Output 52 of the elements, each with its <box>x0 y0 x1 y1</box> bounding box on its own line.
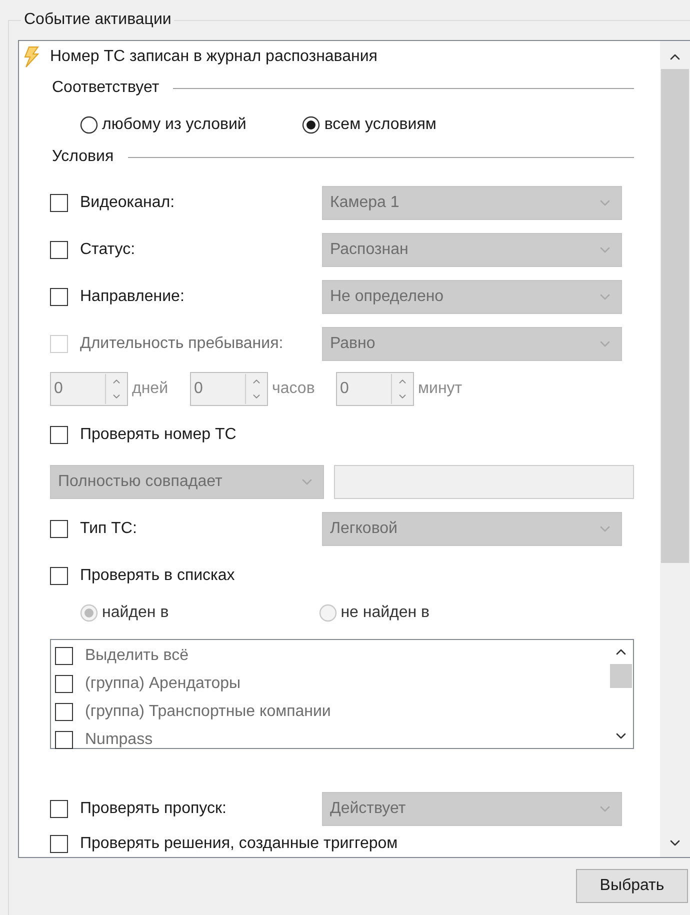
list-item[interactable]: Numpass <box>85 731 153 749</box>
checkbox[interactable] <box>55 731 73 749</box>
lightning-icon <box>22 46 40 68</box>
checkbox[interactable] <box>55 675 73 693</box>
dropdown[interactable]: Распознан <box>322 232 622 266</box>
condition-label: Тип ТС: <box>80 520 138 538</box>
condition-label: Проверять решения, созданные триггером <box>80 835 398 853</box>
checkbox[interactable] <box>50 426 68 444</box>
unit-label: минут <box>418 380 464 398</box>
list-item[interactable]: (группа) Транспортные компании <box>85 703 331 721</box>
select-button[interactable]: Выбрать <box>576 869 688 903</box>
checkbox[interactable] <box>55 647 73 665</box>
radio-label: любому из условий <box>102 116 246 134</box>
scrollbar-thumb[interactable] <box>610 664 632 688</box>
list-item[interactable]: (группа) Арендаторы <box>85 675 241 693</box>
scrollbar-thumb[interactable] <box>661 69 689 563</box>
checkbox[interactable] <box>55 703 73 721</box>
checkbox[interactable] <box>50 835 68 853</box>
number-spinner[interactable]: 0 <box>50 372 128 406</box>
checkbox[interactable] <box>50 288 68 306</box>
number-spinner[interactable]: 0 <box>336 372 414 406</box>
unit-label: дней <box>132 380 170 398</box>
checkbox[interactable] <box>50 194 68 212</box>
dropdown[interactable]: Камера 1 <box>322 186 622 220</box>
dropdown[interactable]: Легковой <box>322 512 622 546</box>
list-item[interactable]: Выделить всё <box>85 647 188 665</box>
condition-label: Видеоканал: <box>80 194 176 212</box>
dropdown[interactable]: Действует <box>322 792 622 826</box>
checkbox[interactable] <box>50 240 68 258</box>
radio-button[interactable] <box>80 116 98 134</box>
condition-label: Направление: <box>80 288 186 306</box>
condition-label: Проверять номер ТС <box>80 426 236 444</box>
event-title: Номер ТС записан в журнал распознавания <box>50 48 378 66</box>
condition-label: Длительность пребывания: <box>80 334 284 352</box>
condition-label: Статус: <box>80 240 136 258</box>
condition-label: Проверять в списках <box>80 566 235 584</box>
section-title: Условия <box>52 148 114 166</box>
dropdown[interactable]: Не определено <box>322 280 622 314</box>
radio-label: не найден в <box>340 604 430 622</box>
condition-label: Проверять пропуск: <box>80 800 228 818</box>
unit-label: часов <box>272 380 316 398</box>
number-spinner[interactable]: 0 <box>190 372 268 406</box>
section-title: Соответствует <box>52 79 160 97</box>
input-field[interactable] <box>334 464 634 498</box>
radio-button[interactable] <box>302 116 320 134</box>
checkbox[interactable] <box>50 800 68 818</box>
checkbox[interactable] <box>50 520 68 538</box>
group-title: Событие активации <box>21 10 174 30</box>
radio-label: всем условиям <box>324 116 436 134</box>
radio-label: найден в <box>102 604 169 622</box>
checkbox[interactable] <box>50 566 68 584</box>
dropdown[interactable]: Полностью совпадает <box>50 464 324 498</box>
